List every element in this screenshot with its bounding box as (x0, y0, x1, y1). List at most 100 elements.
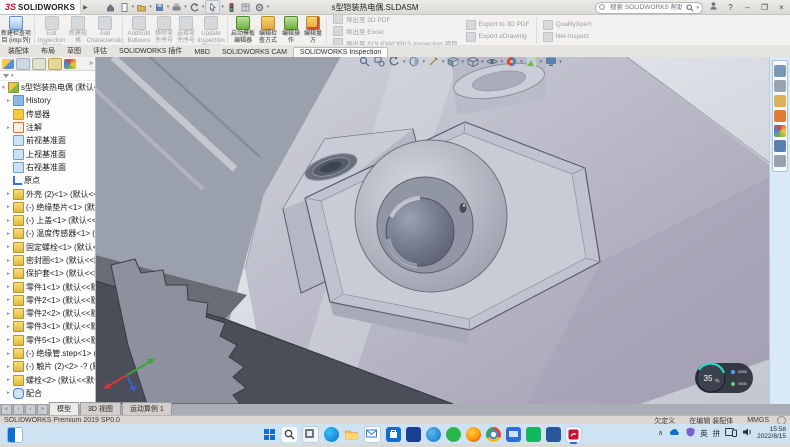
display-style-caret-icon[interactable]: ▾ (481, 59, 484, 65)
tree-item-component[interactable]: ▸密封圈<1> (默认<<默认>_显示状 (0, 254, 95, 267)
add-edit-balloons-button[interactable]: Add/Edit Balloons (125, 15, 153, 46)
tab-mbd[interactable]: MBD (188, 48, 216, 57)
tree-item-root[interactable]: ▾s型铠装热电偶 (默认<默认_显示状态-1>) (0, 81, 95, 94)
ime-indicator[interactable]: 拼 (713, 428, 721, 439)
file-properties-icon[interactable] (239, 1, 252, 13)
view-orientation-caret-icon[interactable]: ▾ (462, 59, 465, 65)
featuremanager-tab-icon[interactable] (2, 59, 14, 69)
tab-solidworks-cam[interactable]: SOLIDWORKS CAM (216, 48, 293, 57)
custom-properties-icon[interactable] (774, 140, 786, 152)
open-caret-icon[interactable]: ▾ (149, 4, 152, 10)
design-library-icon[interactable] (774, 80, 786, 92)
tree-item-component[interactable]: ▸固定螺栓<1> (默认<<默认>_显示 (0, 241, 95, 254)
sign-in-icon[interactable] (707, 1, 720, 14)
firefox-icon[interactable] (466, 427, 481, 442)
apply-scene-caret-icon[interactable]: ▾ (540, 59, 543, 65)
status-units[interactable]: MMGS (747, 417, 769, 424)
tree-item-origin[interactable]: 原点 (0, 174, 95, 187)
search-input[interactable] (608, 3, 684, 12)
export-edrawing-item[interactable]: Export eDrawing (466, 32, 530, 42)
tree-item-component[interactable]: ▸螺栓<2> (默认<<默认>_显示状态 (0, 374, 95, 387)
undo-caret-icon[interactable]: ▾ (202, 4, 205, 10)
tree-item-component[interactable]: ▸零件2<1> (默认<<默认>_显示状态 (0, 294, 95, 307)
view-palette-icon[interactable] (774, 110, 786, 122)
apply-scene-icon[interactable] (525, 56, 538, 68)
tree-item-component[interactable]: ▸零件2<2> (默认<<默认>_显示状态 (0, 307, 95, 320)
view-orientation-icon[interactable] (447, 56, 460, 68)
hide-show-items-icon[interactable] (486, 56, 499, 68)
panel-tabs-more-icon[interactable]: » (89, 60, 93, 67)
section-view-icon[interactable] (408, 56, 421, 68)
tree-item-component[interactable]: ▸(-) 绝缘管.step<1> (默认<<默认> (0, 347, 95, 360)
search-box[interactable]: ▾ (595, 2, 703, 14)
edit-appearance-icon[interactable] (505, 56, 518, 68)
displaymanager-tab-icon[interactable] (64, 59, 76, 69)
tree-item-component[interactable]: ▸(-) 绝缘垫片<1> (默认<<默认>_显 (0, 201, 95, 214)
wps-icon[interactable] (526, 427, 541, 442)
search-icon[interactable] (686, 4, 694, 12)
close-button[interactable]: × (775, 2, 788, 14)
resources-home-icon[interactable] (774, 65, 786, 77)
tab-addins[interactable]: SOLIDWORKS 插件 (113, 45, 188, 57)
tab-scroll-next-icon[interactable]: › (25, 404, 36, 415)
edit-inspection-methods-button[interactable]: 编辑检查方式 (256, 15, 280, 46)
menu-expand-icon[interactable]: ▶ (83, 4, 88, 11)
tab-sketch[interactable]: 草图 (61, 45, 87, 57)
net-inspect-item[interactable]: Net-Inspect (543, 32, 592, 42)
hide-show-caret-icon[interactable]: ▾ (501, 59, 504, 65)
solidworks-taskbar-icon[interactable] (566, 427, 581, 442)
task-view-icon[interactable] (302, 426, 319, 443)
app-monitor-icon[interactable] (506, 427, 521, 442)
start-button-icon[interactable] (262, 427, 277, 442)
security-shield-icon[interactable] (686, 427, 695, 439)
new-document-icon[interactable] (118, 1, 131, 13)
graphics-area[interactable]: 35 % (95, 57, 770, 404)
previous-view-icon[interactable] (388, 56, 401, 68)
word-icon[interactable] (546, 427, 561, 442)
tab-layout[interactable]: 布局 (35, 45, 61, 57)
app-dark-blue-icon[interactable] (406, 427, 421, 442)
remove-balloons-button[interactable]: 移除零件序号 (153, 15, 175, 46)
display-style-icon[interactable] (466, 56, 479, 68)
configurationmanager-tab-icon[interactable] (32, 58, 46, 70)
tab-model[interactable]: 模型 (49, 402, 79, 415)
print-icon[interactable] (170, 1, 183, 13)
export-3d-pdf-item[interactable]: Export to 3D PDF (466, 20, 530, 30)
volume-icon[interactable] (742, 427, 752, 439)
annotation-view-caret-icon[interactable]: ▾ (442, 59, 445, 65)
tab-assembly[interactable]: 装配体 (2, 45, 35, 57)
select-caret-icon[interactable]: ▾ (221, 4, 224, 10)
phone-link-icon[interactable] (725, 427, 737, 439)
mail-icon[interactable] (364, 426, 381, 443)
file-explorer-icon[interactable] (774, 95, 786, 107)
select-cursor-icon[interactable] (205, 0, 220, 14)
tree-item-component[interactable]: ▸零件3<1> (默认<<默认>_显示状态 (0, 320, 95, 333)
zoom-to-area-icon[interactable] (373, 56, 386, 68)
view-settings-icon[interactable] (544, 56, 557, 68)
help-button[interactable]: ? (724, 2, 737, 14)
new-inspection-project-button[interactable]: 新建检查项目 (imp:列) (0, 15, 32, 46)
chrome-icon[interactable] (486, 427, 501, 442)
tree-item-front-plane[interactable]: 前视基准面 (0, 134, 95, 147)
tree-item-annotations[interactable]: ▸注解 (0, 121, 95, 134)
dimxpertmanager-tab-icon[interactable] (48, 58, 62, 70)
print-caret-icon[interactable]: ▾ (184, 4, 187, 10)
update-inspection-project-button[interactable]: Update Inspection Project (197, 15, 225, 46)
clock[interactable]: 15:58 2022/8/15 (757, 426, 786, 440)
undo-icon[interactable] (188, 1, 201, 13)
search-taskbar-icon[interactable] (282, 427, 297, 442)
tab-3d-views[interactable]: 3D 视图 (80, 402, 121, 415)
appearances-icon[interactable] (774, 125, 786, 137)
tree-item-history[interactable]: ▸History (0, 94, 95, 107)
rebuild-icon[interactable] (225, 1, 238, 13)
qualityxpert-item[interactable]: QualityXpert (543, 20, 592, 30)
solidworks-logo[interactable]: 3S SOLIDWORKS (0, 0, 81, 14)
tab-scroll-last-icon[interactable]: » (37, 404, 48, 415)
filter-caret-icon[interactable]: ▾ (11, 73, 14, 79)
minimize-button[interactable]: – (741, 2, 754, 14)
language-indicator[interactable]: 英 (700, 428, 708, 439)
search-caret-icon[interactable]: ▾ (696, 5, 699, 11)
save-icon[interactable] (153, 1, 166, 13)
edit-appearance-caret-icon[interactable]: ▾ (520, 59, 523, 65)
previous-view-caret-icon[interactable]: ▾ (403, 59, 406, 65)
